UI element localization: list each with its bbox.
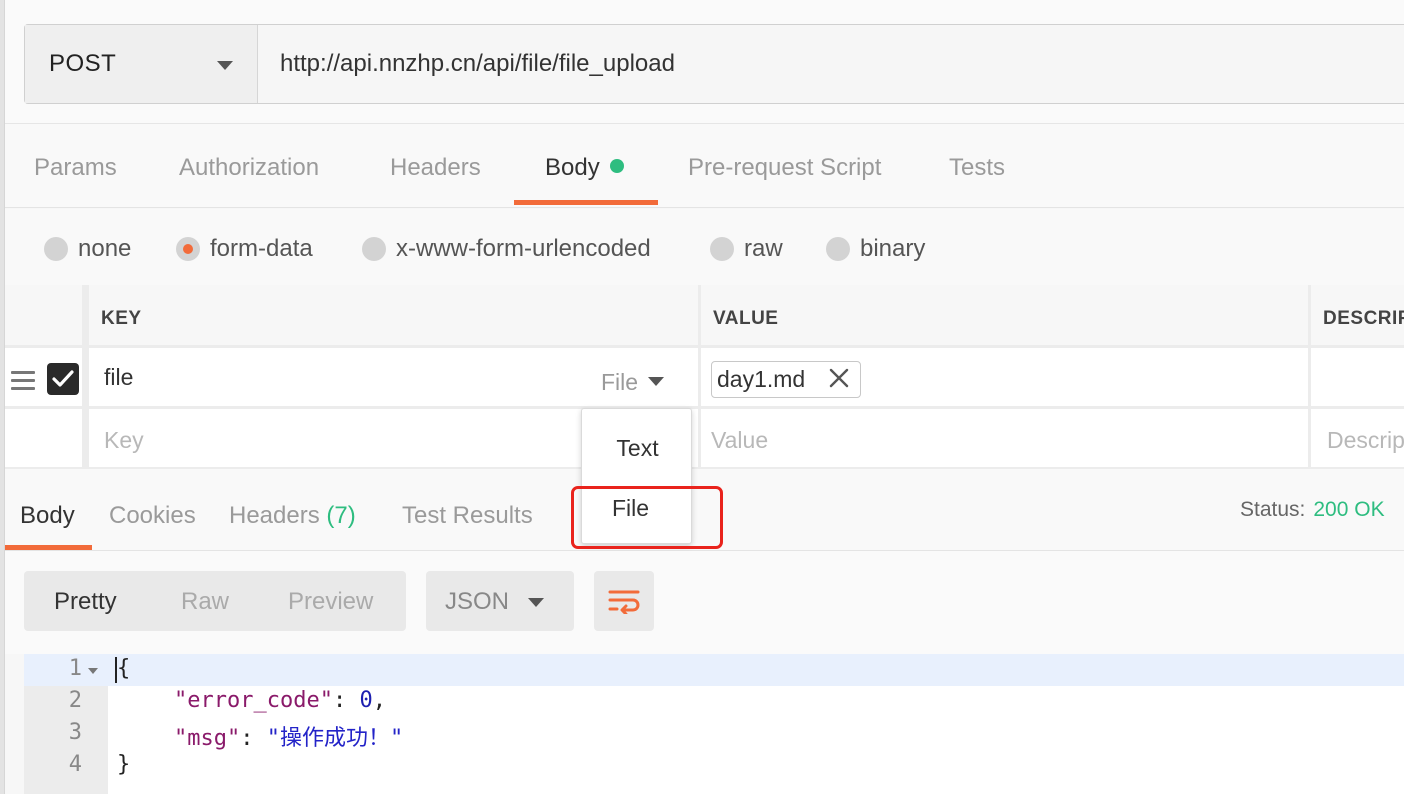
response-tab-test-results[interactable]: Test Results	[402, 502, 533, 530]
response-tab-body[interactable]: Body	[20, 502, 75, 530]
radio-dot	[826, 237, 850, 261]
menu-icon[interactable]	[11, 371, 35, 395]
response-tab-headers[interactable]: Headers (7)	[229, 502, 356, 530]
code-text: {	[117, 656, 131, 681]
radio-label: form-data	[210, 235, 313, 262]
new-description-cell[interactable]: Descrip	[1311, 409, 1404, 467]
radio-none[interactable]: none	[44, 235, 131, 263]
response-toolbar: Pretty Raw Preview JSON	[5, 551, 1404, 654]
key-value-text: file	[104, 364, 134, 390]
radio-dot	[362, 237, 386, 261]
wrap-lines-button[interactable]	[594, 571, 654, 631]
radio-raw[interactable]: raw	[710, 235, 783, 263]
line-number: 1	[68, 656, 82, 681]
column-header-description: DESCRIP	[1311, 285, 1404, 345]
chevron-down-icon	[217, 61, 233, 70]
view-preview-button[interactable]: Preview	[288, 588, 373, 616]
tab-authorization[interactable]: Authorization	[179, 154, 319, 204]
code-line: 4 }	[24, 750, 1404, 782]
format-select[interactable]: JSON	[426, 571, 574, 631]
request-tabs: Params Authorization Headers Body Pre-re…	[5, 124, 1404, 208]
key-type-select[interactable]: File	[601, 369, 665, 396]
radio-form-data[interactable]: form-data	[176, 235, 313, 263]
key-placeholder: Key	[104, 427, 144, 453]
column-header-description-label: DESCRIP	[1323, 308, 1404, 329]
dropdown-option-text[interactable]: Text	[582, 435, 693, 462]
view-pretty-button[interactable]: Pretty	[54, 588, 117, 616]
key-type-label: File	[601, 369, 639, 395]
code-text: }	[117, 752, 131, 777]
modified-indicator	[609, 159, 624, 173]
column-header-key-label: KEY	[101, 308, 142, 329]
active-tab-underline	[514, 200, 658, 205]
code-line: 2 "error_code": 0,	[24, 686, 1404, 718]
file-chip[interactable]: day1.md	[711, 361, 861, 398]
method-label: POST	[49, 50, 117, 77]
radio-binary[interactable]: binary	[826, 235, 925, 263]
file-name: day1.md	[717, 366, 806, 392]
view-raw-button[interactable]: Raw	[181, 588, 229, 616]
body-type-options: none form-data x-www-form-urlencoded raw…	[5, 209, 1404, 285]
format-label: JSON	[445, 588, 510, 615]
close-icon[interactable]	[828, 367, 850, 389]
form-data-table: KEY VALUE DESCRIP file File day1.md Key …	[5, 285, 1404, 469]
code-line: 1 {	[24, 654, 1404, 686]
tab-body-label: Body	[545, 154, 600, 181]
headers-count-badge: (7)	[326, 502, 356, 529]
view-mode-group: Pretty Raw Preview	[24, 571, 406, 631]
code-text: "msg": "操作成功！"	[174, 726, 404, 751]
new-value-cell[interactable]: Value	[701, 409, 1308, 467]
check-icon	[52, 370, 74, 387]
json-value: 0	[359, 688, 373, 713]
row-enabled-checkbox[interactable]	[47, 363, 79, 395]
radio-label: raw	[744, 235, 783, 262]
response-status: Status: 200 OK	[1240, 498, 1385, 522]
radio-label: binary	[860, 235, 926, 262]
wrap-icon	[608, 590, 640, 614]
tab-pre-request-script[interactable]: Pre-request Script	[688, 154, 881, 204]
code-line: 3 "msg": "操作成功！"	[24, 718, 1404, 751]
radio-dot-selected	[176, 237, 200, 261]
active-response-tab-underline	[5, 545, 92, 550]
column-header-key: KEY	[89, 285, 698, 345]
chevron-down-icon	[648, 377, 665, 386]
json-value: "操作成功！"	[266, 726, 404, 751]
url-bar: POST http://api.nnzhp.cn/api/file/file_u…	[24, 24, 1404, 104]
tab-params[interactable]: Params	[34, 154, 117, 204]
code-text: "error_code": 0,	[174, 688, 386, 713]
url-input[interactable]: http://api.nnzhp.cn/api/file/file_upload	[258, 25, 1404, 103]
radio-x-www-form-urlencoded[interactable]: x-www-form-urlencoded	[362, 235, 651, 263]
description-cell[interactable]	[1311, 348, 1404, 406]
radio-dot	[44, 237, 68, 261]
line-number: 2	[68, 688, 82, 713]
json-comma: ,	[372, 688, 386, 713]
radio-dot	[710, 237, 734, 261]
tab-body[interactable]: Body	[545, 154, 624, 204]
json-key: "error_code"	[174, 688, 333, 713]
radio-label: x-www-form-urlencoded	[396, 235, 651, 262]
row-controls	[5, 409, 82, 467]
table-header-spacer	[5, 285, 82, 345]
response-tab-headers-label: Headers	[229, 502, 320, 529]
request-url-area: POST http://api.nnzhp.cn/api/file/file_u…	[5, 0, 1404, 124]
tab-headers[interactable]: Headers	[390, 154, 481, 204]
line-number: 4	[68, 752, 82, 777]
status-badge: 200 OK	[1313, 498, 1385, 521]
line-number: 3	[68, 720, 82, 745]
method-select[interactable]: POST	[25, 25, 258, 103]
status-label: Status:	[1240, 498, 1306, 521]
value-placeholder: Value	[711, 427, 769, 453]
json-key: "msg"	[174, 726, 241, 751]
fold-toggle-icon[interactable]	[88, 668, 98, 674]
response-body-editor[interactable]: 1 { 2 "error_code": 0, 3 "msg": "操作成功！" …	[24, 654, 1404, 794]
radio-label: none	[78, 235, 132, 262]
response-tab-cookies[interactable]: Cookies	[109, 502, 196, 530]
tab-tests[interactable]: Tests	[949, 154, 1005, 204]
chevron-down-icon	[528, 598, 544, 607]
description-placeholder: Descrip	[1327, 427, 1404, 453]
annotation-highlight-box	[571, 486, 723, 549]
column-header-value-label: VALUE	[713, 308, 779, 329]
column-header-value: VALUE	[701, 285, 1308, 345]
